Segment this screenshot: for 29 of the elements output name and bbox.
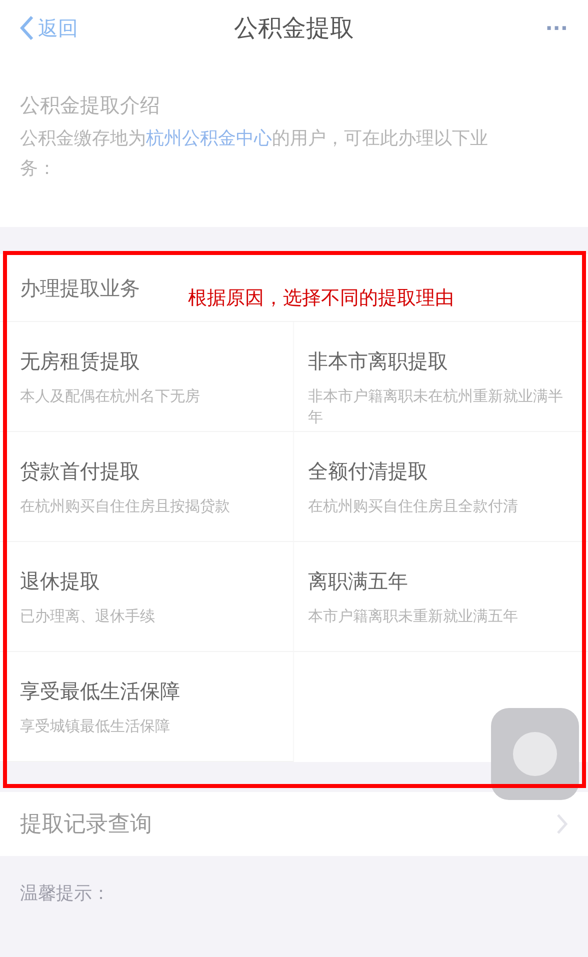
tips-title: 温馨提示： bbox=[20, 882, 111, 906]
withdrawal-option[interactable]: 全额付清提取 在杭州购买自住住房且全款付清 bbox=[294, 432, 588, 542]
option-title: 退休提取 bbox=[20, 568, 101, 595]
option-description: 享受城镇最低生活保障 bbox=[20, 716, 171, 737]
withdrawal-option[interactable]: 非本市离职提取 非本市户籍离职未在杭州重新就业满半年 bbox=[294, 322, 588, 432]
option-title: 离职满五年 bbox=[308, 568, 409, 595]
option-description: 本市户籍离职未重新就业满五年 bbox=[308, 606, 519, 627]
option-title: 贷款首付提取 bbox=[20, 458, 141, 485]
intro-title: 公积金提取介绍 bbox=[20, 92, 161, 119]
option-description: 在杭州购买自住住房且全款付清 bbox=[308, 496, 519, 517]
option-title: 无房租赁提取 bbox=[20, 348, 141, 375]
back-icon bbox=[20, 14, 34, 40]
withdrawal-option[interactable]: 享受最低生活保障 享受城镇最低生活保障 bbox=[0, 652, 294, 762]
option-title: 享受最低生活保障 bbox=[20, 678, 181, 705]
floating-button[interactable] bbox=[491, 708, 579, 800]
option-description: 非本市户籍离职未在杭州重新就业满半年 bbox=[308, 386, 564, 428]
withdrawal-option[interactable]: 离职满五年 本市户籍离职未重新就业满五年 bbox=[294, 542, 588, 652]
option-description: 已办理离、退休手续 bbox=[20, 606, 156, 627]
option-title: 非本市离职提取 bbox=[308, 348, 449, 375]
chevron-icon bbox=[556, 813, 568, 835]
withdrawal-option[interactable]: 无房租赁提取 本人及配偶在杭州名下无房 bbox=[0, 322, 294, 432]
option-description: 本人及配偶在杭州名下无房 bbox=[20, 386, 201, 407]
annotation-text: 根据原因，选择不同的提取理由 bbox=[188, 286, 454, 311]
option-description: 在杭州购买自住住房且按揭贷款 bbox=[20, 496, 231, 517]
withdrawal-option[interactable]: 退休提取 已办理离、退休手续 bbox=[0, 542, 294, 652]
withdrawal-option[interactable]: 贷款首付提取 在杭州购买自住住房且按揭贷款 bbox=[0, 432, 294, 542]
option-title: 全额付清提取 bbox=[308, 458, 429, 485]
page-title: 公积金提取 bbox=[234, 12, 354, 44]
intro-text: 公积金缴存地为杭州公积金中心的用户，可在此办理以下业务： bbox=[20, 127, 489, 181]
